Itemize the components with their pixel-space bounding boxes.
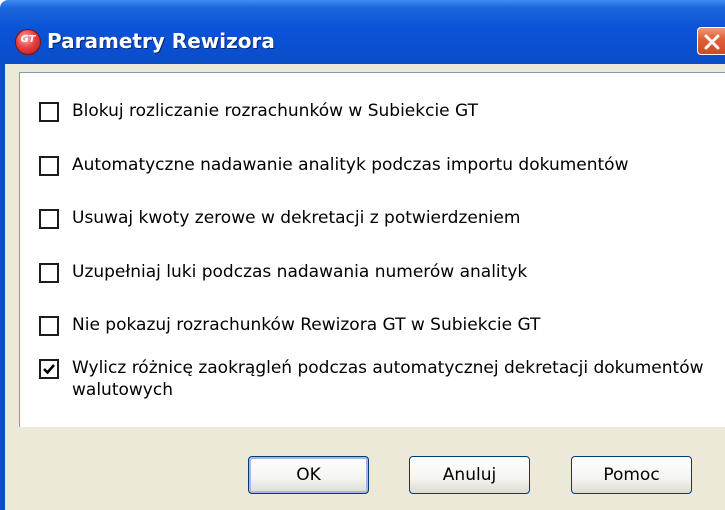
cancel-button[interactable]: Anuluj xyxy=(409,456,530,494)
option-label: Nie pokazuj rozrachunków Rewizora GT w S… xyxy=(72,315,541,335)
window-title: Parametry Rewizora xyxy=(47,29,275,53)
option-label: Wylicz różnicę zaokrągleń podczas automa… xyxy=(72,358,704,400)
checkmark-icon xyxy=(43,364,55,375)
checkbox[interactable] xyxy=(39,156,59,176)
gt-logo-icon: GT xyxy=(15,29,41,55)
checkbox[interactable] xyxy=(39,102,59,122)
option-label: Automatyczne nadawanie analityk podczas … xyxy=(72,155,629,175)
option-label: Blokuj rozliczanie rozrachunków w Subiek… xyxy=(72,101,478,121)
option-label: Uzupełniaj luki podczas nadawania numeró… xyxy=(72,262,528,282)
checkbox-checked[interactable] xyxy=(39,359,59,379)
gt-logo-text: GT xyxy=(20,34,36,45)
close-button[interactable] xyxy=(697,27,725,55)
option-label: Usuwaj kwoty zerowe w dekretacji z potwi… xyxy=(72,208,521,228)
checkbox[interactable] xyxy=(39,263,59,283)
checkbox[interactable] xyxy=(39,209,59,229)
checkbox[interactable] xyxy=(39,316,59,336)
close-icon xyxy=(704,34,720,50)
help-button[interactable]: Pomoc xyxy=(571,456,692,494)
ok-button[interactable]: OK xyxy=(248,456,369,494)
title-bar[interactable]: GT Parametry Rewizora xyxy=(0,0,725,64)
options-panel: Blokuj rozliczanie rozrachunków w Subiek… xyxy=(19,72,725,427)
dialog-body: Blokuj rozliczanie rozrachunków w Subiek… xyxy=(5,64,725,510)
